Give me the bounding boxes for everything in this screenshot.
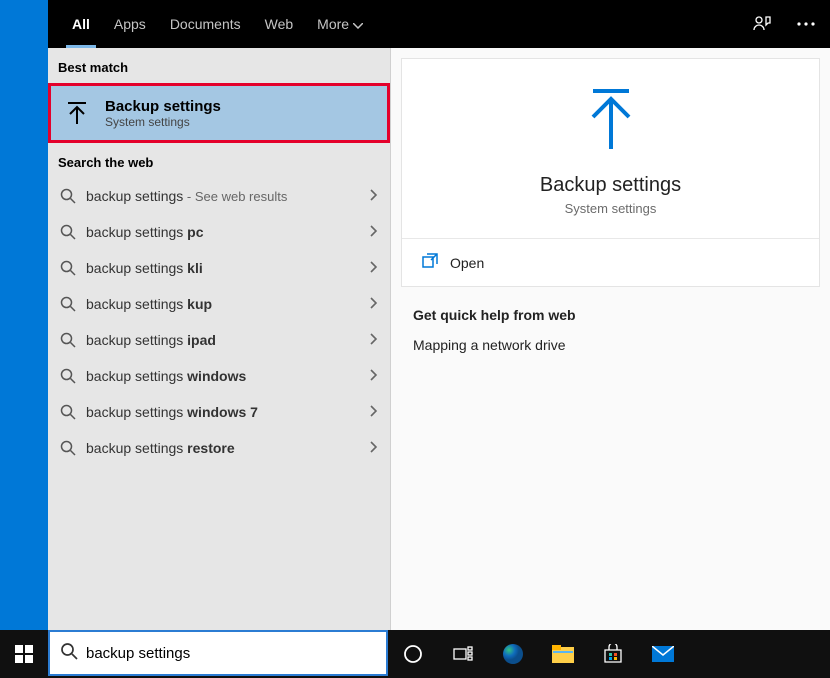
detail-hero: Backup settings System settings <box>402 59 819 239</box>
open-icon <box>422 253 438 272</box>
best-match-subtitle: System settings <box>105 115 221 129</box>
chevron-down-icon <box>353 16 363 32</box>
web-result-text: backup settings windows 7 <box>86 404 360 420</box>
backup-arrow-large-icon <box>581 87 641 156</box>
web-result-item[interactable]: backup settings windows <box>48 358 390 394</box>
results-body: Best match Backup settings System settin… <box>48 48 830 630</box>
task-view-icon[interactable] <box>438 630 488 678</box>
web-result-text: backup settings windows <box>86 368 360 384</box>
web-result-text: backup settings kup <box>86 296 360 312</box>
chevron-right-icon <box>370 224 378 240</box>
tab-more[interactable]: More <box>305 0 375 48</box>
best-match-header: Best match <box>48 48 390 83</box>
best-match-item[interactable]: Backup settings System settings <box>48 83 390 143</box>
more-options-icon[interactable] <box>790 8 822 40</box>
open-action[interactable]: Open <box>402 239 819 286</box>
search-panel: All Apps Documents Web More Best match <box>48 0 830 630</box>
chevron-right-icon <box>370 404 378 420</box>
chevron-right-icon <box>370 188 378 204</box>
details-pane: Backup settings System settings Open Get… <box>391 48 830 630</box>
search-tabs-bar: All Apps Documents Web More <box>48 0 830 48</box>
chevron-right-icon <box>370 296 378 312</box>
results-list: Best match Backup settings System settin… <box>48 48 391 630</box>
search-icon <box>60 642 78 665</box>
tab-web-label: Web <box>265 16 294 32</box>
web-result-text: backup settings ipad <box>86 332 360 348</box>
web-result-item[interactable]: backup settings kup <box>48 286 390 322</box>
search-icon <box>60 296 76 312</box>
edge-icon[interactable] <box>488 630 538 678</box>
best-match-title: Backup settings <box>105 98 221 115</box>
tab-all[interactable]: All <box>60 0 102 48</box>
search-web-header: Search the web <box>48 143 390 178</box>
web-result-text: backup settings pc <box>86 224 360 240</box>
web-result-text: backup settings - See web results <box>86 188 360 204</box>
chevron-right-icon <box>370 332 378 348</box>
chevron-right-icon <box>370 260 378 276</box>
quick-help-item[interactable]: Mapping a network drive <box>413 337 808 353</box>
backup-arrow-icon <box>61 97 93 129</box>
feedback-icon[interactable] <box>746 8 778 40</box>
start-button[interactable] <box>0 630 48 678</box>
tab-apps-label: Apps <box>114 16 146 32</box>
search-icon <box>60 368 76 384</box>
cortana-icon[interactable] <box>388 630 438 678</box>
web-result-text: backup settings restore <box>86 440 360 456</box>
search-icon <box>60 404 76 420</box>
web-result-item[interactable]: backup settings pc <box>48 214 390 250</box>
search-icon <box>60 440 76 456</box>
taskbar-pinned <box>388 630 688 678</box>
web-result-item[interactable]: backup settings - See web results <box>48 178 390 214</box>
chevron-right-icon <box>370 440 378 456</box>
web-result-item[interactable]: backup settings windows 7 <box>48 394 390 430</box>
best-match-text: Backup settings System settings <box>105 98 221 129</box>
search-icon <box>60 224 76 240</box>
web-result-item[interactable]: backup settings restore <box>48 430 390 466</box>
open-label: Open <box>450 255 484 271</box>
accent-left-strip <box>0 0 48 630</box>
search-icon <box>60 332 76 348</box>
detail-subtitle: System settings <box>565 201 657 216</box>
tab-web[interactable]: Web <box>253 0 306 48</box>
web-result-item[interactable]: backup settings kli <box>48 250 390 286</box>
web-result-suffix: - See web results <box>183 189 287 204</box>
file-explorer-icon[interactable] <box>538 630 588 678</box>
tab-more-label: More <box>317 16 349 32</box>
search-icon <box>60 260 76 276</box>
search-icon <box>60 188 76 204</box>
tab-apps[interactable]: Apps <box>102 0 158 48</box>
quick-help: Get quick help from web Mapping a networ… <box>391 287 830 361</box>
detail-card: Backup settings System settings Open <box>401 58 820 287</box>
tab-all-label: All <box>72 16 90 32</box>
store-icon[interactable] <box>588 630 638 678</box>
detail-title: Backup settings <box>540 174 681 197</box>
taskbar-search-box[interactable] <box>48 630 388 676</box>
chevron-right-icon <box>370 368 378 384</box>
mail-icon[interactable] <box>638 630 688 678</box>
taskbar <box>0 630 830 678</box>
tab-documents[interactable]: Documents <box>158 0 253 48</box>
quick-help-header: Get quick help from web <box>413 307 808 323</box>
web-result-item[interactable]: backup settings ipad <box>48 322 390 358</box>
search-input[interactable] <box>86 632 376 674</box>
tab-documents-label: Documents <box>170 16 241 32</box>
web-result-text: backup settings kli <box>86 260 360 276</box>
tabs-right-actions <box>746 0 822 48</box>
